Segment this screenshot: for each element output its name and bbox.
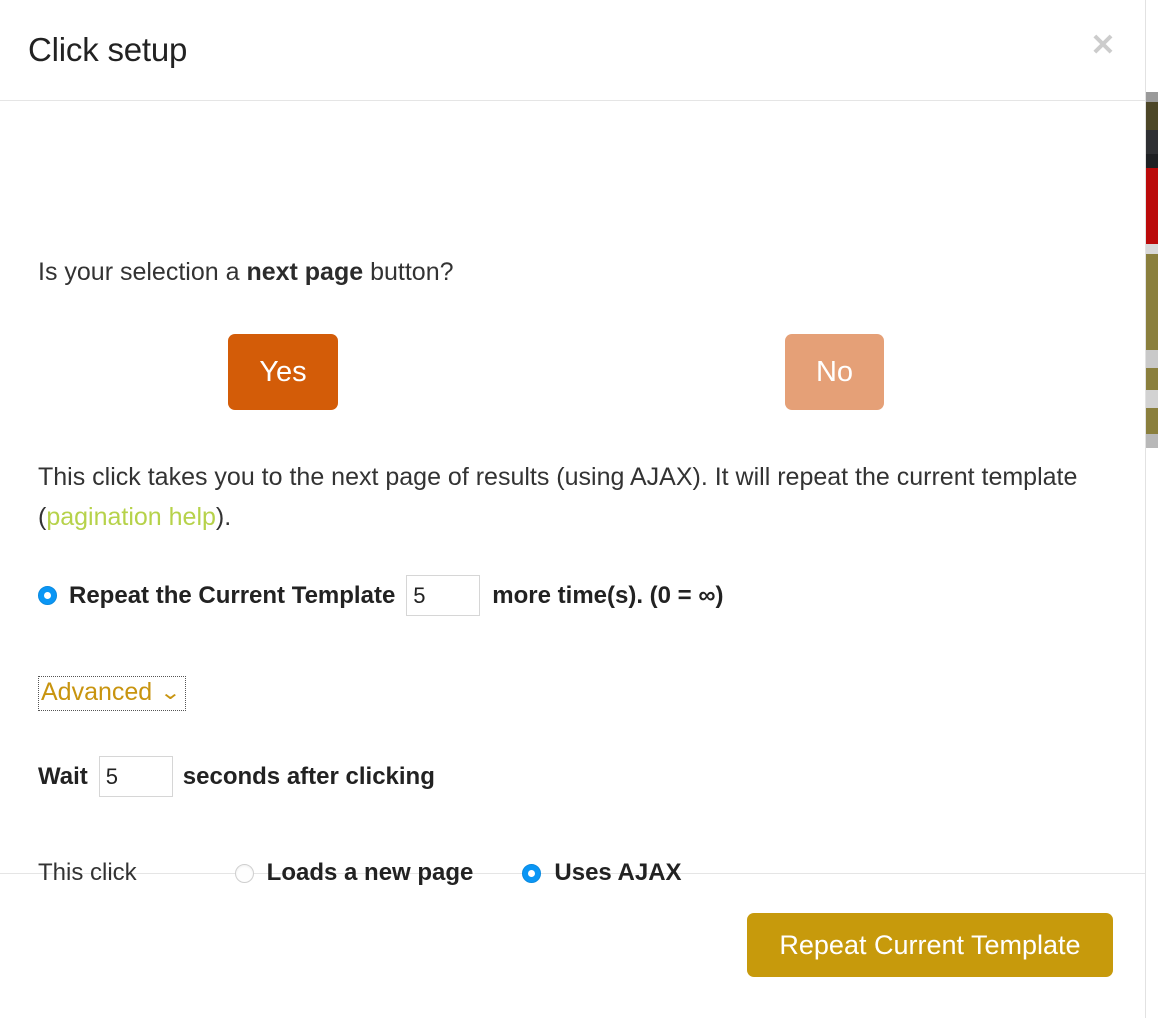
question-emphasis: next page — [246, 258, 364, 286]
background-band — [1146, 92, 1158, 102]
background-band — [1146, 368, 1158, 390]
close-icon[interactable]: ✕ — [1089, 31, 1117, 61]
description-text: This click takes you to the next page of… — [38, 457, 1096, 537]
background-band — [1146, 350, 1158, 368]
wait-row: Wait seconds after clicking — [38, 756, 435, 797]
no-button[interactable]: No — [785, 334, 884, 410]
click-setup-modal: Click setup ✕ Is your selection a next p… — [0, 0, 1146, 1018]
background-band — [1146, 244, 1158, 254]
yes-button[interactable]: Yes — [228, 334, 338, 410]
background-band — [1146, 448, 1158, 1018]
question-prefix: Is your selection a — [38, 258, 247, 286]
question-text: Is your selection a next page button? — [38, 256, 454, 289]
pagination-help-link[interactable]: pagination help — [46, 503, 216, 531]
advanced-toggle[interactable]: Advanced ⌄ — [38, 676, 186, 711]
wait-suffix-label: seconds after clicking — [182, 762, 435, 790]
modal-footer: Repeat Current Template — [0, 874, 1145, 1018]
background-band — [1146, 254, 1158, 350]
repeat-current-template-button[interactable]: Repeat Current Template — [747, 913, 1113, 977]
repeat-template-label: Repeat the Current Template — [69, 581, 396, 609]
modal-body: Is your selection a next page button? Ye… — [0, 101, 1145, 886]
background-band — [1146, 130, 1158, 154]
chevron-down-icon: ⌄ — [159, 681, 182, 704]
background-band — [1146, 390, 1158, 408]
wait-prefix-label: Wait — [38, 762, 88, 790]
modal-header: Click setup ✕ — [0, 0, 1145, 101]
repeat-template-radio[interactable] — [38, 586, 57, 605]
advanced-label: Advanced — [41, 678, 153, 706]
repeat-template-tail-label: more time(s). (0 = ∞) — [492, 581, 724, 609]
background-band — [1146, 408, 1158, 434]
description-part2: ). — [215, 503, 232, 531]
repeat-count-input[interactable] — [406, 575, 481, 616]
background-content-strip — [1146, 0, 1158, 1018]
wait-seconds-input[interactable] — [98, 756, 173, 797]
background-band — [1146, 102, 1158, 130]
background-band — [1146, 168, 1158, 244]
background-band — [1146, 154, 1158, 168]
background-band — [1146, 434, 1158, 448]
repeat-template-row: Repeat the Current Template more time(s)… — [38, 575, 723, 616]
page-title: Click setup — [28, 31, 188, 68]
background-band — [1146, 0, 1158, 92]
question-suffix: button? — [363, 258, 454, 286]
